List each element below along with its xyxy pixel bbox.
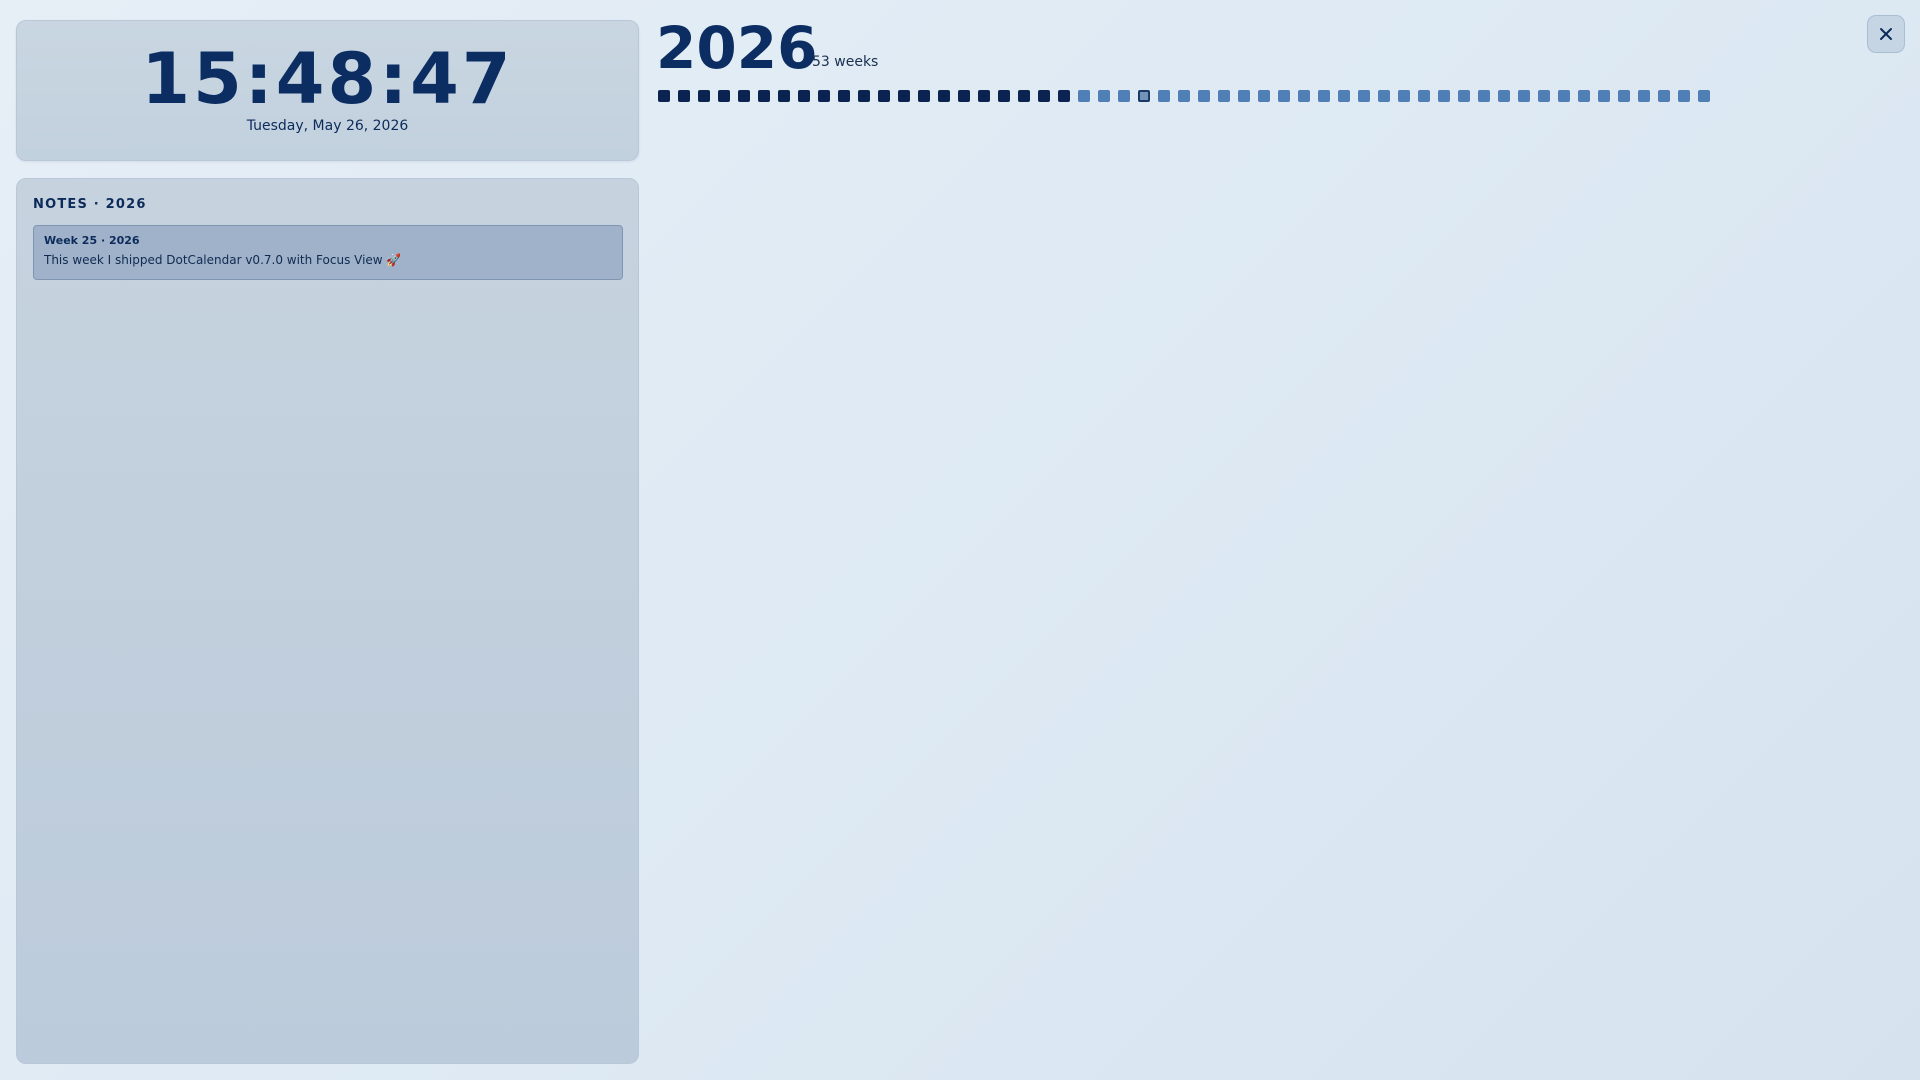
week-dot-31[interactable] xyxy=(1258,90,1270,102)
week-dot-4[interactable] xyxy=(718,90,730,102)
week-dot-53[interactable] xyxy=(1698,90,1710,102)
week-dot-17[interactable] xyxy=(978,90,990,102)
week-dot-10[interactable] xyxy=(838,90,850,102)
week-dot-40[interactable] xyxy=(1438,90,1450,102)
week-dot-28[interactable] xyxy=(1198,90,1210,102)
week-dot-11[interactable] xyxy=(858,90,870,102)
clock-panel: 15:48:47 Tuesday, May 26, 2026 xyxy=(16,20,639,161)
week-dot-30[interactable] xyxy=(1238,90,1250,102)
week-dot-3[interactable] xyxy=(698,90,710,102)
week-dot-20[interactable] xyxy=(1038,90,1050,102)
week-dot-42[interactable] xyxy=(1478,90,1490,102)
week-dot-51[interactable] xyxy=(1658,90,1670,102)
week-dot-5[interactable] xyxy=(738,90,750,102)
week-dot-36[interactable] xyxy=(1358,90,1370,102)
week-dot-47[interactable] xyxy=(1578,90,1590,102)
week-dot-39[interactable] xyxy=(1418,90,1430,102)
week-dot-14[interactable] xyxy=(918,90,930,102)
close-button[interactable] xyxy=(1867,15,1905,53)
week-dot-34[interactable] xyxy=(1318,90,1330,102)
week-dot-23[interactable] xyxy=(1098,90,1110,102)
week-dots-row xyxy=(658,90,1710,102)
week-dot-21[interactable] xyxy=(1058,90,1070,102)
week-dot-38[interactable] xyxy=(1398,90,1410,102)
week-dot-50[interactable] xyxy=(1638,90,1650,102)
week-dot-29[interactable] xyxy=(1218,90,1230,102)
week-dot-33[interactable] xyxy=(1298,90,1310,102)
week-dot-41[interactable] xyxy=(1458,90,1470,102)
week-dot-49[interactable] xyxy=(1618,90,1630,102)
week-dot-24[interactable] xyxy=(1118,90,1130,102)
week-dot-22[interactable] xyxy=(1078,90,1090,102)
week-dot-15[interactable] xyxy=(938,90,950,102)
week-dot-44[interactable] xyxy=(1518,90,1530,102)
week-dot-7[interactable] xyxy=(778,90,790,102)
week-dot-27[interactable] xyxy=(1178,90,1190,102)
week-dot-45[interactable] xyxy=(1538,90,1550,102)
week-dot-37[interactable] xyxy=(1378,90,1390,102)
note-item[interactable]: Week 25 · 2026 This week I shipped DotCa… xyxy=(33,225,623,280)
week-dot-13[interactable] xyxy=(898,90,910,102)
year-weeks-count: 53 weeks xyxy=(812,54,879,70)
week-dot-12[interactable] xyxy=(878,90,890,102)
week-dot-6[interactable] xyxy=(758,90,770,102)
clock-time: 15:48:47 xyxy=(141,38,514,120)
clock-date: Tuesday, May 26, 2026 xyxy=(246,118,409,134)
note-text: This week I shipped DotCalendar v0.7.0 w… xyxy=(44,253,402,267)
week-dot-52[interactable] xyxy=(1678,90,1690,102)
note-week-label: Week 25 · 2026 xyxy=(44,234,140,247)
week-dot-26[interactable] xyxy=(1158,90,1170,102)
year-title: 2026 xyxy=(656,14,818,82)
week-dot-18[interactable] xyxy=(998,90,1010,102)
week-dot-25[interactable] xyxy=(1138,90,1150,102)
week-dot-1[interactable] xyxy=(658,90,670,102)
close-icon xyxy=(1879,27,1893,41)
week-dot-35[interactable] xyxy=(1338,90,1350,102)
week-dot-19[interactable] xyxy=(1018,90,1030,102)
week-dot-9[interactable] xyxy=(818,90,830,102)
notes-header: NOTES · 2026 xyxy=(33,197,147,212)
notes-panel: NOTES · 2026 Week 25 · 2026 This week I … xyxy=(16,178,639,1064)
week-dot-46[interactable] xyxy=(1558,90,1570,102)
week-dot-32[interactable] xyxy=(1278,90,1290,102)
week-dot-48[interactable] xyxy=(1598,90,1610,102)
week-dot-43[interactable] xyxy=(1498,90,1510,102)
week-dot-8[interactable] xyxy=(798,90,810,102)
week-dot-16[interactable] xyxy=(958,90,970,102)
week-dot-2[interactable] xyxy=(678,90,690,102)
